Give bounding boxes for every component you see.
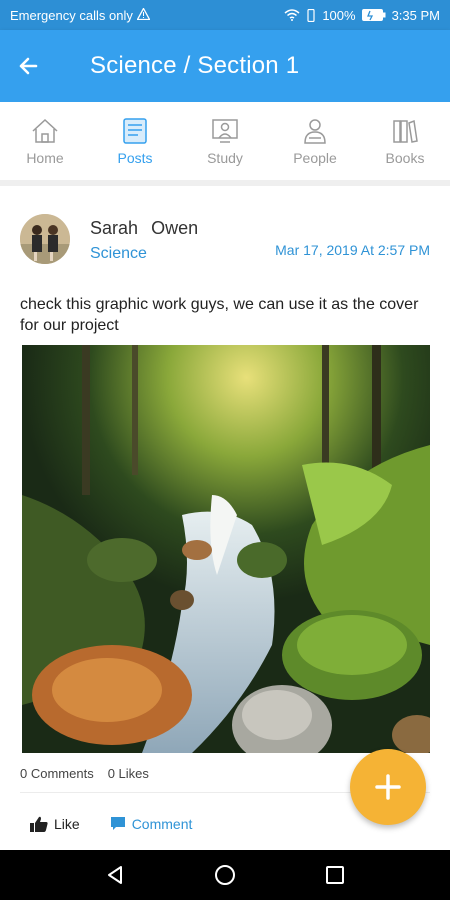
post-card: Sarah Owen Science Mar 17, 2019 At 2:57 … — [0, 196, 450, 832]
plus-icon — [375, 774, 401, 800]
tab-label: Books — [385, 150, 425, 166]
clock: 3:35 PM — [391, 7, 440, 23]
warning-icon — [136, 6, 151, 23]
like-label: Like — [54, 816, 80, 832]
post-subject: Science — [90, 245, 147, 262]
author-last-name: Owen — [151, 218, 199, 238]
arrow-left-icon — [19, 57, 38, 75]
forest-stream-image — [22, 345, 430, 753]
home-icon — [32, 118, 58, 143]
tab-label: People — [293, 150, 337, 166]
status-left: Emergency calls only — [10, 6, 151, 23]
post-date: Mar 17, 2019 At 2:57 PM — [275, 242, 430, 258]
status-right: 100% 3:35 PM — [284, 8, 440, 23]
tab-study[interactable]: Study — [180, 116, 270, 166]
tab-posts[interactable]: Posts — [90, 116, 180, 166]
tab-label: Posts — [117, 150, 153, 166]
study-icon — [212, 119, 238, 143]
back-triangle-icon[interactable] — [104, 864, 126, 886]
page-title: Science / Section 1 — [90, 52, 300, 79]
like-button[interactable]: Like — [30, 816, 80, 832]
comment-button[interactable]: Comment — [110, 816, 193, 832]
books-icon — [393, 119, 418, 143]
vibrate-icon — [306, 8, 316, 22]
avatar-image — [20, 214, 70, 264]
people-icon — [304, 119, 326, 144]
post-header: Sarah Owen Science Mar 17, 2019 At 2:57 … — [0, 196, 450, 281]
tab-people[interactable]: People — [270, 116, 360, 166]
thumbs-up-icon — [30, 816, 48, 832]
comment-label: Comment — [131, 816, 193, 832]
author-first-name: Sarah — [90, 218, 139, 238]
post-actions: Like Comment — [30, 816, 192, 832]
battery-percent: 100% — [322, 7, 356, 23]
tab-label: Home — [26, 150, 64, 166]
app-bar: Science / Section 1 — [0, 30, 450, 102]
comment-icon — [110, 817, 125, 830]
posts-icon — [123, 118, 147, 144]
tab-books[interactable]: Books — [360, 116, 450, 166]
back-button[interactable] — [0, 38, 56, 94]
tab-home[interactable]: Home — [0, 116, 90, 166]
status-bar: Emergency calls only 100% 3:35 PM — [0, 0, 450, 30]
system-nav-bar — [0, 850, 450, 900]
network-status-text: Emergency calls only — [10, 7, 133, 23]
tab-bar: Home Posts Study People Books — [0, 102, 450, 186]
tab-label: Study — [207, 150, 243, 166]
home-circle-icon[interactable] — [213, 863, 237, 887]
recents-square-icon[interactable] — [324, 864, 346, 886]
post-image[interactable] — [22, 345, 430, 753]
add-post-button[interactable] — [350, 749, 426, 825]
avatar[interactable] — [20, 214, 70, 264]
wifi-icon — [284, 9, 300, 21]
battery-icon — [361, 9, 386, 21]
likes-count[interactable]: 0 Likes — [108, 766, 149, 781]
post-stats: 0 Comments 0 Likes — [20, 766, 149, 781]
post-text: check this graphic work guys, we can use… — [20, 296, 419, 334]
comments-count[interactable]: 0 Comments — [20, 766, 94, 781]
author-name[interactable]: Sarah Owen — [90, 218, 198, 239]
